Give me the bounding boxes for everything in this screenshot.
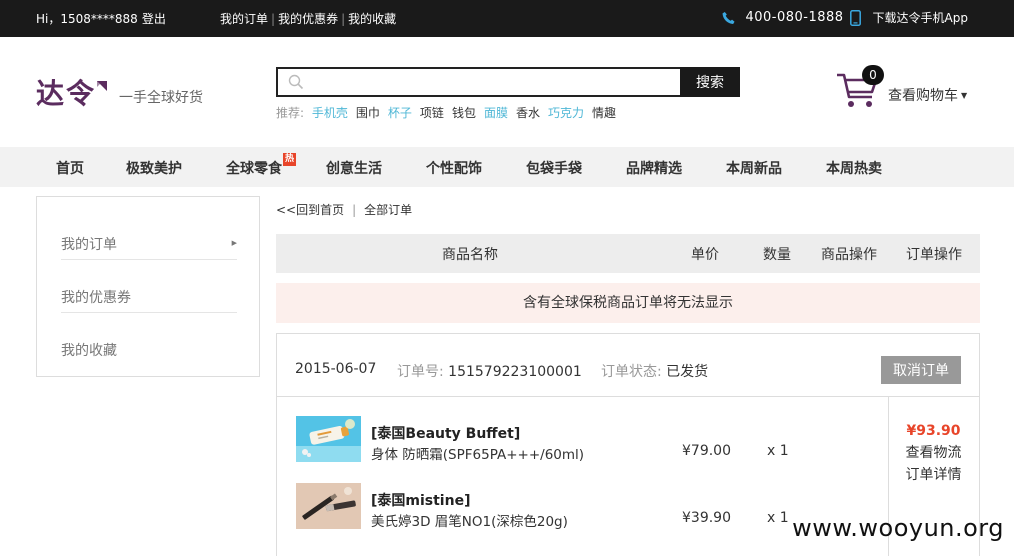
top-link-my-orders[interactable]: 我的订单 — [220, 12, 268, 26]
order-number: 订单号: 151579223100001 — [397, 361, 582, 381]
cart-label[interactable]: 查看购物车 ▼ — [888, 85, 967, 105]
top-right: 400-080-1888 下载达令手机App — [722, 9, 968, 26]
phone-icon — [723, 11, 735, 24]
order-date: 2015-06-07 — [295, 361, 377, 377]
divider: | — [271, 12, 276, 26]
breadcrumb-back-home[interactable]: <<回到首页 — [276, 203, 344, 217]
hot-search-term[interactable]: 围巾 — [356, 106, 380, 120]
nav-item-bags[interactable]: 包袋手袋 — [526, 158, 582, 178]
order-header: 2015-06-07 订单号: 151579223100001 订单状态: 已发… — [277, 334, 979, 397]
nav-item-beauty[interactable]: 极致美护 — [126, 158, 182, 178]
hot-search-term[interactable]: 情趣 — [592, 106, 616, 120]
order-status-label: 订单状态: — [601, 364, 662, 380]
breadcrumb-current: 全部订单 — [364, 203, 413, 217]
search-icon — [288, 74, 304, 90]
nav-item-accessories[interactable]: 个性配饰 — [426, 158, 482, 178]
hot-label: 推荐: — [276, 106, 305, 120]
order-total: ¥93.90 — [906, 423, 961, 439]
logo-flag-icon — [97, 81, 108, 91]
order-table-header: 商品名称 单价 数量 商品操作 订单操作 — [276, 234, 980, 273]
hotline-number: 400-080-1888 — [745, 10, 844, 25]
product-name[interactable]: [泰国mistine] — [371, 490, 470, 510]
cart-label-text: 查看购物车 — [888, 88, 958, 104]
caret-down-icon: ▼ — [961, 91, 968, 100]
product-unit-price: ¥39.90 — [682, 510, 731, 526]
nav-item-new-arrivals[interactable]: 本周新品 — [726, 158, 782, 178]
order-details-link[interactable]: 订单详情 — [888, 464, 979, 486]
track-shipment-link[interactable]: 查看物流 — [888, 442, 979, 464]
divider: | — [341, 12, 346, 26]
search-button[interactable]: 搜索 — [680, 67, 740, 97]
app-download-link[interactable]: 下载达令手机App — [873, 9, 968, 26]
order-item: [泰国Beauty Buffet] 身体 防晒霜(SPF65PA+++/60ml… — [296, 416, 876, 464]
cart-widget[interactable]: 0 查看购物车 ▼ — [836, 65, 986, 115]
logo-text: 达令 — [36, 77, 97, 110]
column-header-product-actions: 商品操作 — [821, 247, 877, 263]
logo-slogan: 一手全球好货 — [119, 90, 204, 106]
product-image-sunscreen[interactable] — [296, 416, 361, 462]
hot-search-term[interactable]: 巧克力 — [548, 106, 584, 120]
sidebar-item-my-coupons[interactable]: 我的优惠券 — [61, 260, 237, 313]
order-number-value: 151579223100001 — [448, 364, 582, 380]
top-link-my-favorites[interactable]: 我的收藏 — [348, 12, 396, 26]
site-logo[interactable]: 达令 一手全球好货 — [36, 79, 203, 109]
account-sidebar: 我的订单 ▶ 我的优惠券 我的收藏 — [36, 196, 260, 377]
header: 达令 一手全球好货 搜索 推荐: 手机壳 围巾 杯子 项链 钱包 面膜 香水 巧克力 情趣 0 … — [0, 37, 1014, 147]
mobile-phone-icon — [849, 9, 861, 26]
divider: | — [352, 203, 357, 217]
main-nav: 首页 极致美护 全球零食热 创意生活 个性配饰 包袋手袋 品牌精选 本周新品 本… — [0, 147, 1014, 187]
user-greeting: Hi，1508****888 登出 — [36, 10, 166, 27]
hot-search-terms: 推荐: 手机壳 围巾 杯子 项链 钱包 面膜 香水 巧克力 情趣 — [276, 104, 624, 121]
sidebar-item-my-favorites[interactable]: 我的收藏 — [61, 313, 237, 366]
hot-search-term[interactable]: 香水 — [516, 106, 540, 120]
logout-link[interactable]: 登出 — [142, 12, 166, 26]
product-description: 美氏婷3D 眉笔NO1(深棕色20g) — [371, 514, 568, 530]
hot-badge: 热 — [283, 153, 296, 166]
nav-item-hot-sales[interactable]: 本周热卖 — [826, 158, 882, 178]
search-box — [276, 67, 681, 97]
hot-search-term[interactable]: 项链 — [420, 106, 444, 120]
nav-item-creative-life[interactable]: 创意生活 — [326, 158, 382, 178]
order-status: 订单状态: 已发货 — [601, 361, 708, 381]
search-input[interactable] — [312, 71, 672, 93]
sidebar-item-my-orders[interactable]: 我的订单 ▶ — [61, 207, 237, 260]
breadcrumb: <<回到首页 | 全部订单 — [276, 201, 412, 218]
product-unit-price: ¥79.00 — [682, 443, 731, 459]
nav-item-snacks[interactable]: 全球零食热 — [226, 153, 296, 178]
top-links: 我的订单 | 我的优惠券 | 我的收藏 — [220, 10, 396, 27]
nav-item-home[interactable]: 首页 — [56, 158, 84, 178]
product-name[interactable]: [泰国Beauty Buffet] — [371, 423, 520, 443]
order-number-label: 订单号: — [397, 364, 444, 380]
column-header-product-name: 商品名称 — [442, 247, 498, 263]
hot-search-term[interactable]: 手机壳 — [312, 106, 348, 120]
sidebar-item-label: 我的收藏 — [61, 343, 117, 359]
column-header-order-actions: 订单操作 — [906, 247, 962, 263]
product-description: 身体 防晒霜(SPF65PA+++/60ml) — [371, 447, 585, 463]
top-link-my-coupons[interactable]: 我的优惠券 — [278, 12, 338, 26]
top-bar: Hi，1508****888 登出 我的订单 | 我的优惠券 | 我的收藏 400-080… — [0, 0, 1014, 37]
greeting-text: Hi，1508****888 — [36, 12, 138, 26]
nav-item-snacks-label: 全球零食 — [226, 161, 282, 177]
column-header-quantity: 数量 — [763, 247, 791, 263]
hot-search-term[interactable]: 钱包 — [452, 106, 476, 120]
order-status-value: 已发货 — [666, 364, 709, 380]
order-item: [泰国mistine] 美氏婷3D 眉笔NO1(深棕色20g) ¥39.90 x… — [296, 483, 876, 531]
product-image-eyebrow-pencil[interactable] — [296, 483, 361, 529]
cart-count-badge: 0 — [862, 65, 884, 85]
hot-search-term[interactable]: 杯子 — [388, 106, 412, 120]
sidebar-item-label: 我的优惠券 — [61, 290, 131, 306]
nav-item-brands[interactable]: 品牌精选 — [626, 158, 682, 178]
column-header-unit-price: 单价 — [691, 247, 719, 263]
chevron-right-icon: ▶ — [231, 239, 237, 247]
cancel-order-button[interactable]: 取消订单 — [881, 356, 961, 384]
watermark: www.wooyun.org — [792, 514, 1004, 542]
product-quantity: x 1 — [767, 510, 789, 526]
order-actions: ¥93.90 查看物流 订单详情 — [888, 420, 979, 486]
bonded-goods-notice: 含有全球保税商品订单将无法显示 — [276, 283, 980, 323]
search-area: 搜索 推荐: 手机壳 围巾 杯子 项链 钱包 面膜 香水 巧克力 情趣 — [276, 67, 740, 120]
sidebar-item-label: 我的订单 — [61, 237, 117, 253]
product-quantity: x 1 — [767, 443, 789, 459]
hot-search-term[interactable]: 面膜 — [484, 106, 508, 120]
